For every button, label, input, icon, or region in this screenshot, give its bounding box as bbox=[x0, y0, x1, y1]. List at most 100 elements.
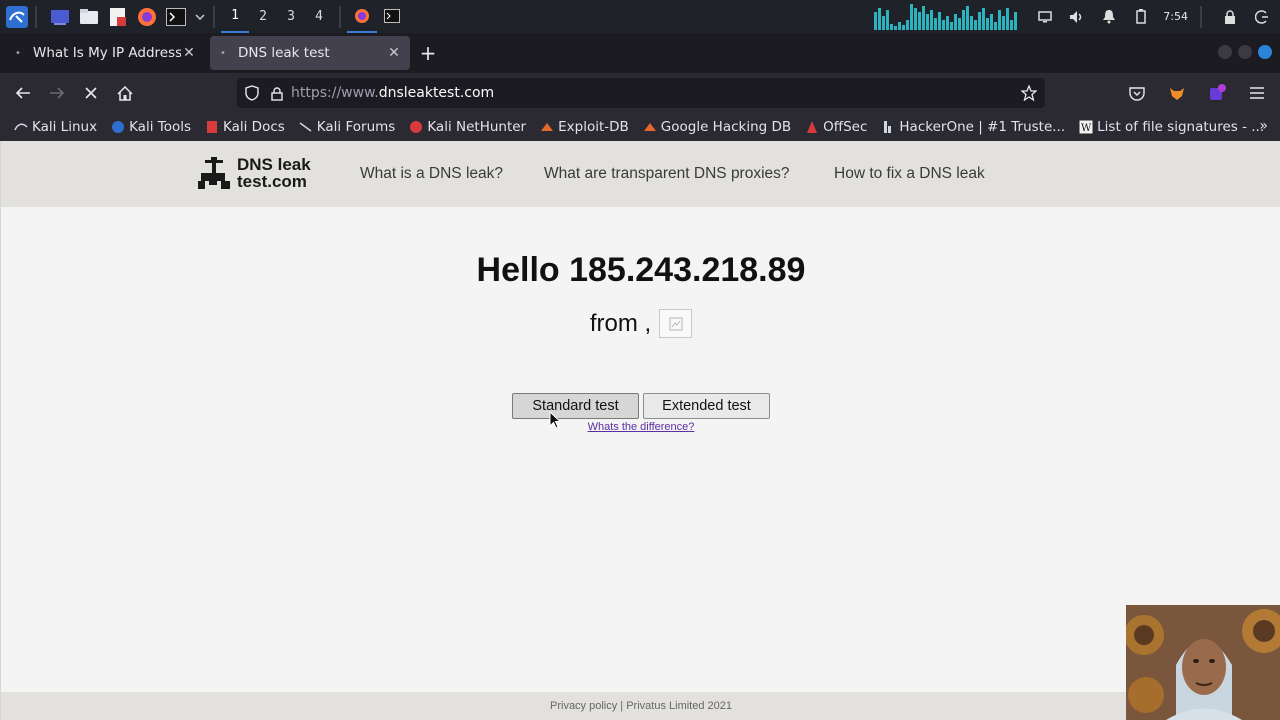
chevron-down-icon[interactable] bbox=[193, 5, 207, 29]
browser-tab-strip: • What Is My IP Address - S ✕ • DNS leak… bbox=[0, 33, 1280, 73]
system-tray: 7:54 bbox=[874, 0, 1280, 33]
taskbar-separator bbox=[339, 5, 341, 28]
svg-text:W: W bbox=[1081, 123, 1092, 134]
bookmark-kali-tools[interactable]: Kali Tools bbox=[111, 119, 191, 135]
maximize-button[interactable] bbox=[1238, 45, 1252, 59]
bookmark-label: Google Hacking DB bbox=[660, 119, 792, 135]
file-manager-icon[interactable] bbox=[77, 5, 101, 29]
tray-separator bbox=[1200, 5, 1202, 28]
extension-badge-icon[interactable] bbox=[1202, 78, 1232, 108]
standard-test-button[interactable]: Standard test bbox=[512, 393, 639, 419]
bookmark-label: Kali Docs bbox=[223, 119, 285, 135]
faucet-logo-icon bbox=[198, 157, 230, 189]
firefox-icon[interactable] bbox=[135, 5, 159, 29]
site-footer[interactable]: Privacy policy | Privatus Limited 2021 bbox=[1, 692, 1280, 720]
display-icon[interactable] bbox=[1035, 7, 1055, 27]
hamburger-menu-icon[interactable] bbox=[1242, 78, 1272, 108]
kali-dragon-icon bbox=[14, 120, 28, 134]
bookmark-kali-nethunter[interactable]: Kali NetHunter bbox=[409, 119, 526, 135]
workspace-4[interactable]: 4 bbox=[305, 0, 333, 33]
offsec-icon bbox=[805, 120, 819, 134]
url-bar[interactable]: https://www.dnsleaktest.com bbox=[237, 78, 1045, 108]
bookmark-kali-forums[interactable]: Kali Forums bbox=[299, 119, 396, 135]
nav-what-is-dns-leak[interactable]: What is a DNS leak? bbox=[360, 165, 503, 183]
broken-flag-image-icon bbox=[659, 309, 693, 338]
bookmark-kali-docs[interactable]: Kali Docs bbox=[205, 119, 285, 135]
bookmark-google-hacking-db[interactable]: Google Hacking DB bbox=[643, 119, 791, 135]
desktop-icon[interactable] bbox=[48, 5, 72, 29]
padlock-icon[interactable] bbox=[271, 86, 283, 101]
tab-favicon-icon: • bbox=[15, 47, 21, 59]
bookmark-label: Kali Forums bbox=[316, 119, 396, 135]
close-tab-icon[interactable]: ✕ bbox=[386, 45, 402, 61]
back-button[interactable] bbox=[8, 78, 38, 108]
nav-fix-dns-leak[interactable]: How to fix a DNS leak bbox=[834, 165, 985, 183]
kali-menu-icon[interactable] bbox=[5, 5, 29, 29]
bookmark-star-icon[interactable] bbox=[1021, 85, 1037, 101]
bookmark-label: List of file signatures - ... bbox=[1097, 119, 1265, 135]
bookmarks-overflow-button[interactable]: » bbox=[1259, 118, 1268, 134]
battery-icon[interactable] bbox=[1131, 7, 1151, 27]
tab-title: DNS leak test bbox=[238, 45, 330, 61]
tab-what-is-my-ip[interactable]: • What Is My IP Address - S ✕ bbox=[5, 36, 205, 70]
task-terminal[interactable] bbox=[377, 0, 407, 33]
close-tab-icon[interactable]: ✕ bbox=[181, 45, 197, 61]
kali-tools-icon bbox=[111, 120, 125, 134]
bookmark-label: Kali Linux bbox=[32, 119, 98, 135]
site-header: DNS leak test.com What is a DNS leak? Wh… bbox=[1, 141, 1280, 207]
bookmark-hackerone[interactable]: HackerOne | #1 Truste... bbox=[881, 119, 1065, 135]
task-firefox[interactable] bbox=[347, 0, 377, 33]
bookmark-offsec[interactable]: OffSec bbox=[805, 119, 867, 135]
taskbar-separator bbox=[213, 5, 215, 28]
minimize-button[interactable] bbox=[1218, 45, 1232, 59]
webcam-person-image bbox=[1126, 605, 1280, 720]
volume-icon[interactable] bbox=[1067, 7, 1087, 27]
url-scheme: https://www. bbox=[291, 85, 379, 101]
from-text: from , bbox=[589, 309, 652, 337]
extended-test-button[interactable]: Extended test bbox=[643, 393, 770, 419]
bookmark-kali-linux[interactable]: Kali Linux bbox=[14, 119, 97, 135]
exploit-db-icon bbox=[540, 120, 554, 134]
web-page: DNS leak test.com What is a DNS leak? Wh… bbox=[0, 141, 1280, 720]
home-button[interactable] bbox=[110, 78, 140, 108]
terminal-icon[interactable] bbox=[164, 5, 188, 29]
ip-greeting: Hello 185.243.218.89 bbox=[476, 251, 806, 289]
url-text[interactable]: https://www.dnsleaktest.com bbox=[291, 85, 494, 101]
screen: 1 2 3 4 7:54 • What Is My IP Address ✕ •… bbox=[0, 0, 1280, 720]
bookmark-label: Exploit-DB bbox=[558, 119, 629, 135]
taskbar-separator bbox=[35, 5, 37, 28]
tab-dns-leak-test[interactable]: • DNS leak test ✕ bbox=[210, 36, 410, 70]
hackerone-icon bbox=[881, 120, 895, 134]
taskbar: 1 2 3 4 7:54 bbox=[0, 0, 1280, 33]
close-window-button[interactable] bbox=[1258, 45, 1272, 59]
lock-icon[interactable] bbox=[1220, 7, 1240, 27]
site-logo[interactable]: DNS leak test.com bbox=[197, 155, 311, 191]
tracking-protection-icon[interactable] bbox=[245, 85, 259, 101]
difference-link[interactable]: Whats the difference? bbox=[1, 421, 1280, 433]
wikipedia-icon: W bbox=[1079, 120, 1093, 134]
mouse-cursor-icon bbox=[549, 411, 561, 429]
bookmark-file-signatures[interactable]: W List of file signatures - ... bbox=[1079, 119, 1264, 135]
nav-transparent-dns-proxies[interactable]: What are transparent DNS proxies? bbox=[544, 165, 790, 183]
logo-line-1: DNS leak bbox=[237, 155, 311, 174]
bookmark-label: Kali NetHunter bbox=[427, 119, 527, 135]
new-tab-button[interactable]: + bbox=[410, 36, 446, 70]
workspace-1[interactable]: 1 bbox=[221, 0, 249, 33]
stop-loading-button[interactable] bbox=[76, 78, 106, 108]
workspace-2[interactable]: 2 bbox=[249, 0, 277, 33]
logout-icon[interactable] bbox=[1252, 7, 1272, 27]
bookmark-label: Kali Tools bbox=[129, 119, 191, 135]
forward-button[interactable] bbox=[42, 78, 72, 108]
nethunter-icon bbox=[409, 120, 423, 134]
url-domain: dnsleaktest.com bbox=[378, 85, 495, 101]
workspace-3[interactable]: 3 bbox=[277, 0, 305, 33]
pocket-icon[interactable] bbox=[1122, 78, 1152, 108]
clock[interactable]: 7:54 bbox=[1163, 10, 1188, 23]
extension-fox-icon[interactable] bbox=[1162, 78, 1192, 108]
text-editor-icon[interactable] bbox=[106, 5, 130, 29]
notification-bell-icon[interactable] bbox=[1099, 7, 1119, 27]
toolbar-right bbox=[1118, 78, 1272, 108]
kali-docs-icon bbox=[205, 120, 219, 134]
kali-forums-icon bbox=[299, 120, 313, 134]
bookmark-exploit-db[interactable]: Exploit-DB bbox=[540, 119, 629, 135]
